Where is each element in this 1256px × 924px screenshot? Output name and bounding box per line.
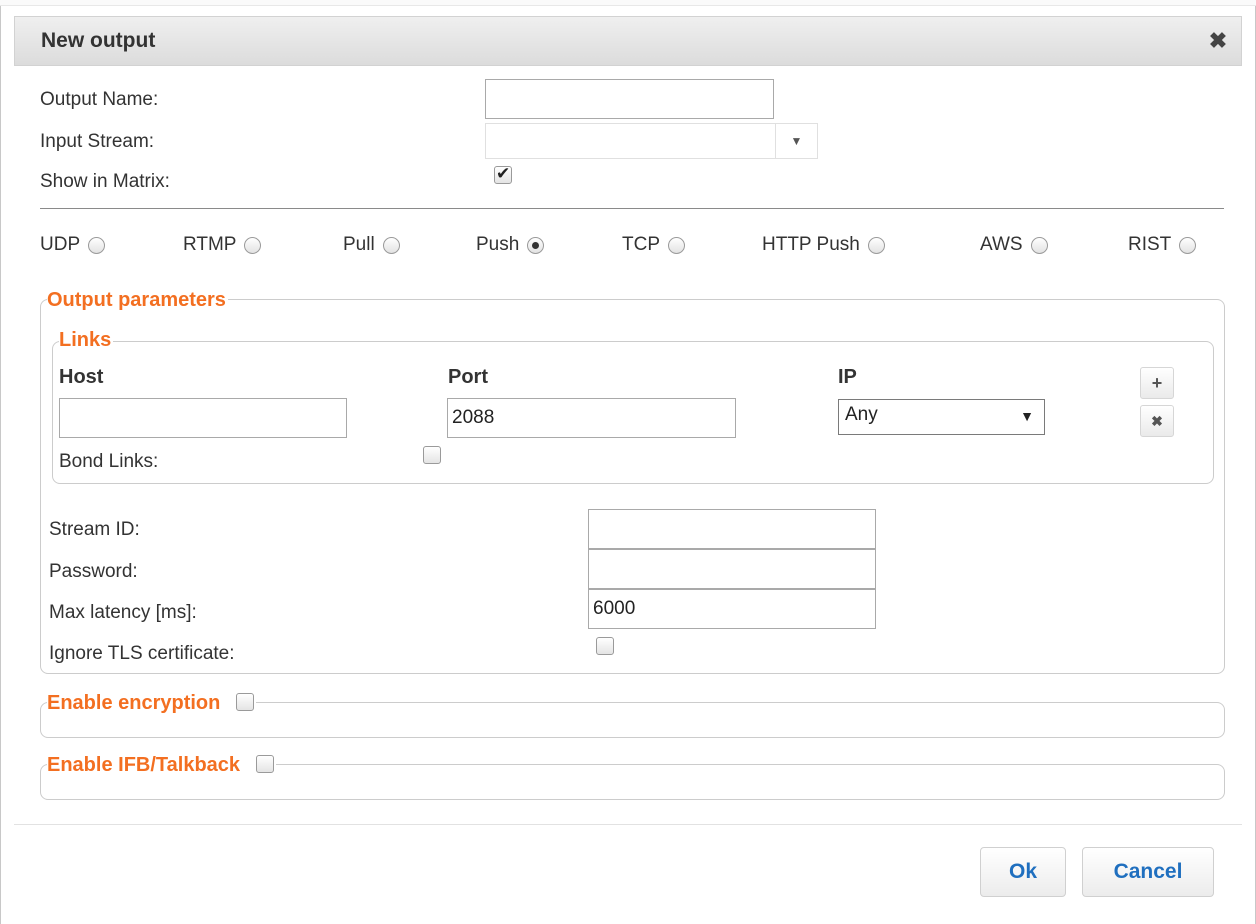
protocol-rist[interactable]: RIST <box>1128 234 1197 256</box>
protocol-label: UDP <box>40 234 81 255</box>
radio-icon[interactable] <box>382 236 400 254</box>
radio-icon[interactable] <box>1179 236 1197 254</box>
protocol-pull[interactable]: Pull <box>343 234 400 256</box>
close-icon[interactable]: ✖ <box>1207 29 1229 53</box>
ip-select[interactable]: Any ▼ <box>838 399 1045 435</box>
radio-icon[interactable] <box>668 236 685 254</box>
output-name-input[interactable] <box>485 79 774 119</box>
output-name-label: Output Name: <box>40 89 159 110</box>
max-latency-input[interactable] <box>588 589 876 629</box>
add-link-button[interactable]: + <box>1140 367 1174 399</box>
links-legend: Links <box>59 329 114 352</box>
host-header: Host <box>59 366 104 388</box>
ignore-tls-label: Ignore TLS certificate: <box>49 643 235 664</box>
port-header: Port <box>448 366 488 388</box>
show-in-matrix-label: Show in Matrix: <box>40 171 170 192</box>
protocol-rtmp[interactable]: RTMP <box>183 234 262 256</box>
bond-links-label: Bond Links: <box>59 451 159 472</box>
enable-ifb-checkbox[interactable] <box>255 755 274 773</box>
dialog-titlebar: New output ✖ <box>14 16 1242 66</box>
enable-ifb-legend: Enable IFB/Talkback <box>47 753 276 777</box>
protocol-aws[interactable]: AWS <box>980 234 1048 256</box>
host-input[interactable] <box>59 398 347 438</box>
ip-value: Any <box>845 404 878 425</box>
input-stream-select[interactable]: ▼ <box>485 123 818 159</box>
radio-icon[interactable] <box>244 236 262 254</box>
chevron-down-icon: ▼ <box>775 124 817 158</box>
enable-encryption-label: Enable encryption <box>47 692 221 714</box>
protocol-label: RIST <box>1128 234 1172 255</box>
radio-icon[interactable] <box>867 236 885 254</box>
protocol-push[interactable]: Push <box>476 234 545 256</box>
dialog-title: New output <box>41 29 156 52</box>
enable-encryption-checkbox[interactable] <box>235 693 254 711</box>
protocol-label: Push <box>476 234 520 255</box>
ignore-tls-checkbox[interactable] <box>596 637 614 655</box>
protocol-tcp[interactable]: TCP <box>622 234 685 256</box>
protocol-label: HTTP Push <box>762 234 860 255</box>
password-label: Password: <box>49 561 138 582</box>
footer-divider <box>14 824 1242 825</box>
output-parameters-legend: Output parameters <box>47 289 228 312</box>
close-icon: ✖ <box>1151 413 1163 429</box>
remove-link-button[interactable]: ✖ <box>1140 405 1174 437</box>
ok-button[interactable]: Ok <box>980 847 1066 897</box>
radio-icon[interactable] <box>1030 236 1048 254</box>
chevron-down-icon: ▼ <box>1020 408 1034 424</box>
ip-header: IP <box>838 366 857 388</box>
stream-id-input[interactable] <box>588 509 876 549</box>
protocol-label: TCP <box>622 234 660 255</box>
protocol-label: Pull <box>343 234 375 255</box>
show-in-matrix-checkbox[interactable] <box>494 164 512 184</box>
stream-id-label: Stream ID: <box>49 519 140 540</box>
plus-icon: + <box>1151 373 1163 393</box>
enable-encryption-legend: Enable encryption <box>47 691 256 715</box>
protocol-label: AWS <box>980 234 1023 255</box>
radio-icon[interactable] <box>527 236 545 254</box>
radio-icon[interactable] <box>88 236 106 254</box>
divider <box>40 208 1224 209</box>
protocol-udp[interactable]: UDP <box>40 234 106 256</box>
port-input[interactable] <box>447 398 736 438</box>
cancel-button[interactable]: Cancel <box>1082 847 1214 897</box>
bond-links-checkbox[interactable] <box>423 446 441 464</box>
top-strip <box>0 0 1256 6</box>
input-stream-label: Input Stream: <box>40 131 155 152</box>
protocol-label: RTMP <box>183 234 237 255</box>
max-latency-label: Max latency [ms]: <box>49 602 197 623</box>
enable-ifb-label: Enable IFB/Talkback <box>47 754 241 776</box>
password-input[interactable] <box>588 549 876 589</box>
protocol-http-push[interactable]: HTTP Push <box>762 234 885 256</box>
